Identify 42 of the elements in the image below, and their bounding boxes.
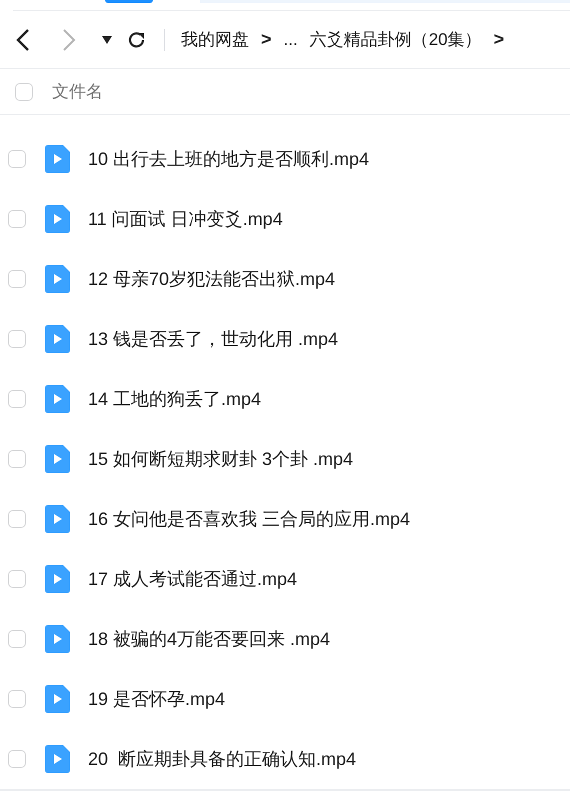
video-file-icon (45, 265, 70, 293)
file-name[interactable]: 18 被骗的4万能否要回来 .mp4 (88, 627, 330, 651)
file-name[interactable]: 17 成人考试能否通过.mp4 (88, 567, 298, 591)
row-checkbox[interactable] (8, 390, 26, 408)
file-name[interactable]: 11 问面试 日冲变爻.mp4 (88, 207, 283, 231)
row-checkbox[interactable] (8, 510, 26, 528)
breadcrumb-link[interactable]: 六爻精品卦例（20集） (310, 28, 482, 51)
row-checkbox[interactable] (8, 450, 26, 468)
video-file-icon (45, 505, 70, 533)
row-checkbox[interactable] (8, 750, 26, 768)
row-checkbox[interactable] (8, 270, 26, 288)
video-file-icon (45, 385, 70, 413)
video-file-icon (45, 445, 70, 473)
row-checkbox[interactable] (8, 150, 26, 168)
row-checkbox[interactable] (8, 630, 26, 648)
file-name[interactable]: 15 如何断短期求财卦 3个卦 .mp4 (88, 447, 354, 471)
row-checkbox[interactable] (8, 210, 26, 228)
row-checkbox[interactable] (8, 690, 26, 708)
file-name[interactable]: 13 钱是否丢了，世动化用 .mp4 (88, 327, 338, 351)
video-file-icon (45, 145, 70, 173)
breadcrumb-separator: > (261, 29, 272, 50)
file-name[interactable]: 12 母亲70岁犯法能否出狱.mp4 (88, 267, 336, 291)
file-name[interactable]: 16 女问他是否喜欢我 三合局的应用.mp4 (88, 507, 410, 531)
row-checkbox[interactable] (8, 570, 26, 588)
video-file-icon (45, 325, 70, 353)
row-checkbox[interactable] (8, 330, 26, 348)
video-file-icon (45, 745, 70, 773)
select-all-checkbox[interactable] (15, 82, 33, 100)
file-name[interactable]: 14 工地的狗丢了.mp4 (88, 387, 262, 411)
video-file-icon (45, 565, 70, 593)
video-file-icon (45, 205, 70, 233)
breadcrumb-link[interactable]: 我的网盘 (181, 28, 249, 51)
video-file-icon (45, 685, 70, 713)
column-header[interactable]: 文件名 (52, 80, 103, 103)
video-file-icon (45, 625, 70, 653)
file-name[interactable]: 19 是否怀孕.mp4 (88, 687, 226, 711)
breadcrumb-separator: > (494, 29, 504, 50)
tab-edge[interactable] (105, 0, 153, 3)
caret-icon (102, 36, 112, 44)
breadcrumb-link[interactable]: ... (284, 30, 298, 50)
file-name[interactable]: 10 出行去上班的地方是否顺利.mp4 (88, 147, 370, 171)
file-name[interactable]: 20 断应期卦具备的正确认知.mp4 (88, 747, 356, 771)
